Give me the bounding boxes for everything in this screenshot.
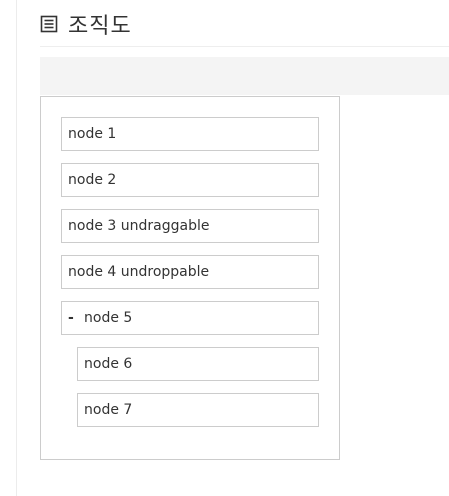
tree-node-3[interactable]: node 3 undraggable <box>61 209 319 243</box>
toolbar-band <box>40 57 449 95</box>
tree-node-label: node 7 <box>84 402 133 418</box>
tree-node-label: node 2 <box>68 172 117 188</box>
tree-node-7[interactable]: node 7 <box>77 393 319 427</box>
tree-node-4[interactable]: node 4 undroppable <box>61 255 319 289</box>
tree-node-label: node 4 undroppable <box>68 264 210 280</box>
tree-node-label: node 5 <box>84 310 133 326</box>
tree-node-5[interactable]: - node 5 <box>61 301 319 335</box>
tree-panel: node 1 node 2 node 3 undraggable node 4 … <box>40 96 340 460</box>
page-title: 조직도 <box>68 14 132 39</box>
title-divider <box>40 46 449 47</box>
document-list-icon <box>40 15 58 33</box>
tree-node-label: node 6 <box>84 356 133 372</box>
page-header: 조직도 <box>40 8 132 40</box>
tree-node-label: node 3 undraggable <box>68 218 210 234</box>
tree-node-label: node 1 <box>68 126 117 142</box>
tree-node-6[interactable]: node 6 <box>77 347 319 381</box>
left-sidebar-strip <box>0 0 17 496</box>
tree-node-1[interactable]: node 1 <box>61 117 319 151</box>
collapse-toggle[interactable]: - <box>68 310 84 326</box>
tree-node-2[interactable]: node 2 <box>61 163 319 197</box>
